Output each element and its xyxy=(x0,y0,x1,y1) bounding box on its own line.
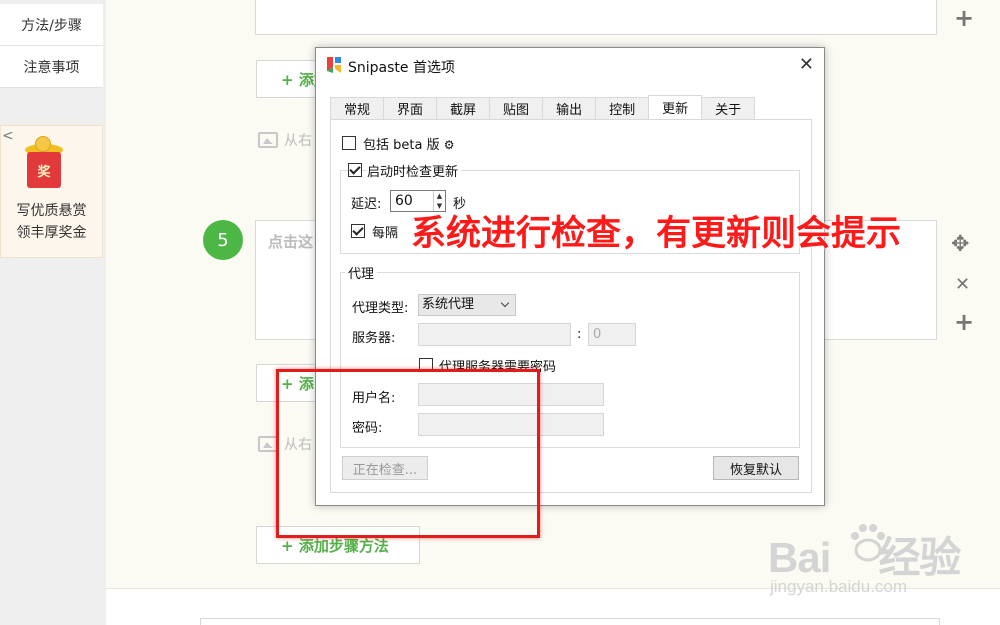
reward-line-1: 写优质悬赏 xyxy=(16,203,87,219)
image-icon xyxy=(258,436,278,452)
step-number-badge: 5 xyxy=(203,220,243,260)
dialog-title: Snipaste 首选项 xyxy=(348,60,455,76)
sidebar-item-method-steps[interactable]: 方法/步骤 xyxy=(0,4,103,46)
tab-bar: 常规 界面 截屏 贴图 输出 控制 更新 关于 xyxy=(330,95,756,120)
sidebar-item-notes[interactable]: 注意事项 xyxy=(0,46,103,88)
tab-control[interactable]: 控制 xyxy=(595,97,650,119)
left-sidebar: 方法/步骤 注意事项 < 奖 写优质悬赏 领丰厚奖金 xyxy=(0,0,106,625)
annotation-text: 系统进行检查，有更新则会提示 xyxy=(411,214,902,254)
proxy-group-title: 代理 xyxy=(345,263,378,282)
delay-label: 延迟: xyxy=(351,197,382,212)
port-separator: : xyxy=(577,327,582,342)
image-icon xyxy=(258,132,278,148)
bottom-box xyxy=(200,618,940,625)
server-label: 服务器: xyxy=(352,331,396,346)
reward-text: 写优质悬赏 领丰厚奖金 xyxy=(1,200,102,244)
sidebar-item-label: 方法/步骤 xyxy=(21,17,82,34)
tab-general[interactable]: 常规 xyxy=(330,97,385,119)
paw-icon xyxy=(851,524,885,562)
move-icon[interactable]: ✥ xyxy=(951,234,969,256)
add-icon[interactable]: + xyxy=(954,310,974,334)
watermark-url: jingyan.baidu.com xyxy=(770,577,908,596)
proxy-type-label: 代理类型: xyxy=(352,301,409,316)
reward-line-2: 领丰厚奖金 xyxy=(16,225,87,241)
add-icon[interactable]: + xyxy=(954,6,974,30)
check-interval-checkbox[interactable] xyxy=(351,224,365,238)
close-icon[interactable]: ✕ xyxy=(799,54,814,75)
coin-icon xyxy=(35,136,51,152)
step-textbox-previous[interactable] xyxy=(255,0,937,35)
snipaste-logo-icon xyxy=(327,57,341,73)
server-input[interactable] xyxy=(418,323,571,346)
collapse-icon[interactable]: < xyxy=(2,128,14,144)
tab-interface[interactable]: 界面 xyxy=(383,97,438,119)
dialog-titlebar[interactable]: Snipaste 首选项 ✕ xyxy=(316,48,824,82)
baidu-watermark: Bai 经验 jingyan.baidu.com xyxy=(768,520,993,605)
image-hint[interactable]: 从右 xyxy=(258,130,312,150)
proxy-type-value: 系统代理 xyxy=(422,297,475,312)
tab-output[interactable]: 输出 xyxy=(542,97,597,119)
check-interval-label: 每隔 xyxy=(372,226,399,241)
delete-icon[interactable]: ✕ xyxy=(955,276,970,294)
sidebar-item-label: 注意事项 xyxy=(23,59,80,76)
tab-update[interactable]: 更新 xyxy=(648,95,703,119)
chevron-down-icon xyxy=(500,298,510,308)
include-beta-label: 包括 beta 版 ⚙ xyxy=(363,138,455,153)
include-beta-checkbox[interactable] xyxy=(342,136,356,150)
proxy-type-select[interactable]: 系统代理 xyxy=(418,294,516,316)
image-hint-text: 从右 xyxy=(284,133,312,149)
check-on-start-checkbox[interactable] xyxy=(348,163,362,177)
bug-icon: ⚙ xyxy=(443,138,455,152)
port-input[interactable]: 0 xyxy=(588,323,636,346)
restore-defaults-button[interactable]: 恢复默认 xyxy=(713,456,799,480)
tab-capture[interactable]: 截屏 xyxy=(436,97,491,119)
highlight-box xyxy=(276,369,540,538)
tab-paste[interactable]: 贴图 xyxy=(489,97,544,119)
textbox-placeholder: 点击这 xyxy=(268,233,314,251)
reward-badge-char: 奖 xyxy=(37,165,51,180)
check-on-start-label: 启动时检查更新 xyxy=(367,161,462,180)
tab-about[interactable]: 关于 xyxy=(701,97,756,119)
reward-banner[interactable]: < 奖 写优质悬赏 领丰厚奖金 xyxy=(0,125,103,258)
